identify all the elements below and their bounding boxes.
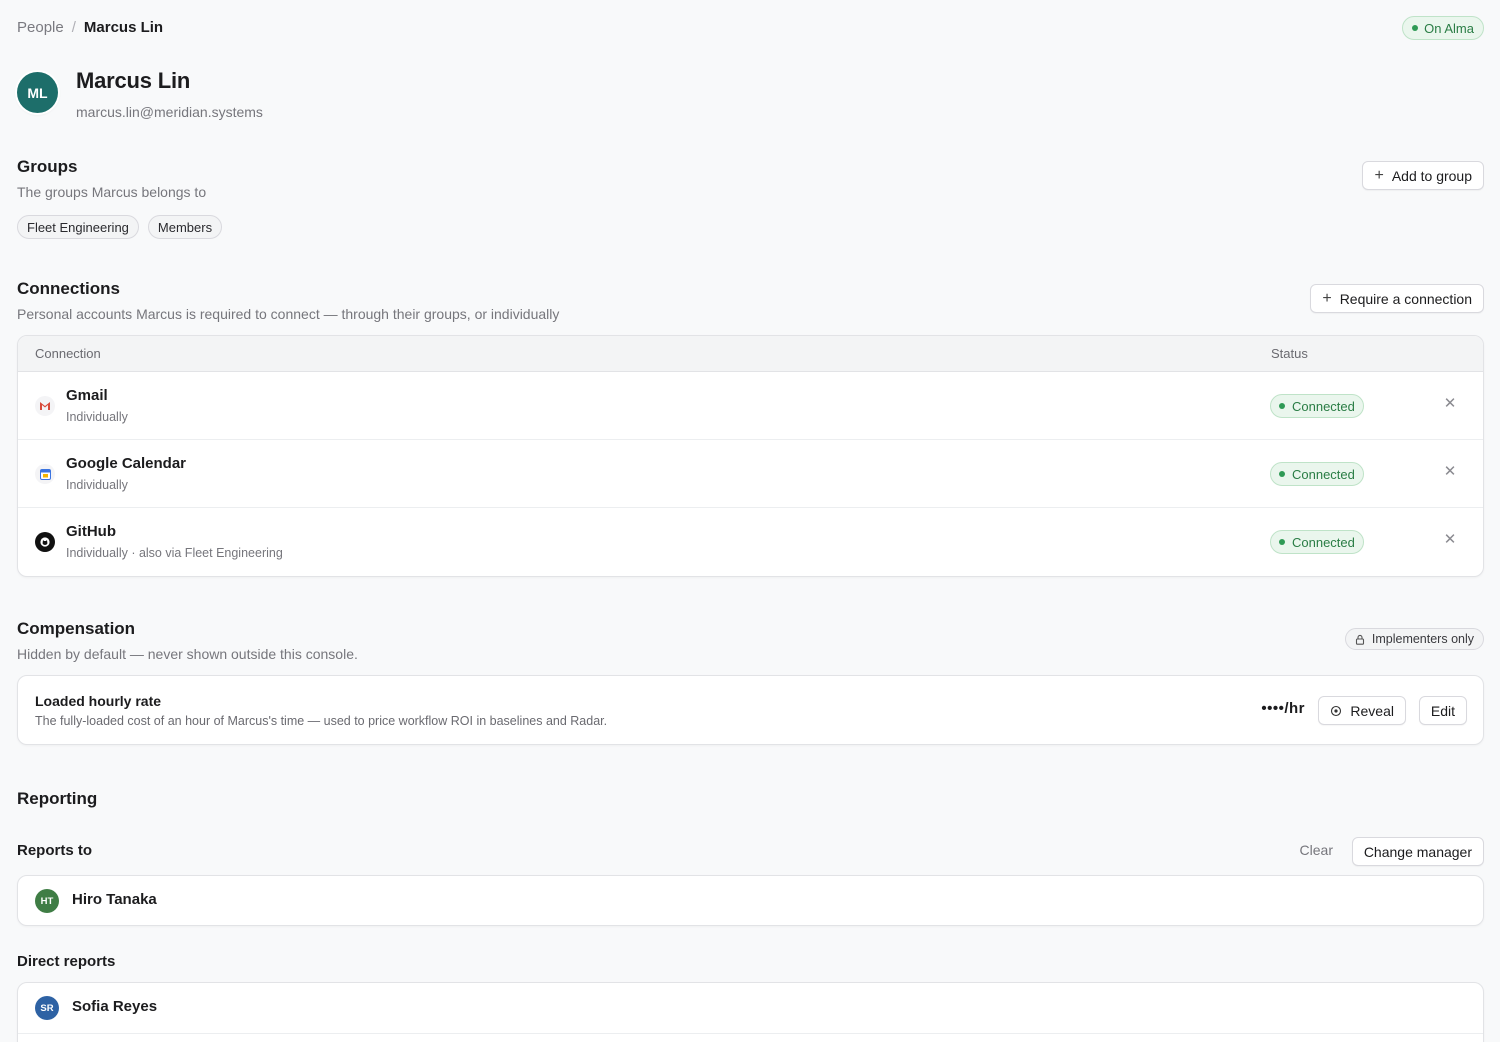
remove-connection-icon[interactable]: ✕ [1442,462,1458,482]
visibility-badge: Implementers only [1344,628,1484,650]
groups-section: Groups The groups Marcus belongs to + Ad… [17,157,1484,239]
manager-card[interactable]: HT Hiro Tanaka [17,875,1484,926]
manager-name: Hiro Tanaka [72,891,157,908]
table-header: Connection Status [18,336,1483,372]
connection-name: Google Calendar [66,455,187,472]
connections-section: Connections Personal accounts Marcus is … [17,279,1484,577]
status-badge: On Alma [1402,16,1484,40]
group-chip[interactable]: Fleet Engineering [17,215,139,239]
remove-connection-icon[interactable]: ✕ [1442,394,1458,414]
breadcrumb-current: Marcus Lin [83,19,164,36]
lock-icon [1355,634,1364,645]
reports-to-label: Reports to [17,842,92,859]
remove-connection-icon[interactable]: ✕ [1442,530,1458,550]
status-dot-icon [1279,471,1285,477]
group-chip[interactable]: Members [147,215,223,239]
reporting-title: Reporting [17,789,98,808]
breadcrumb-people-link[interactable]: People [17,19,64,36]
rate-title: Loaded hourly rate [35,693,162,709]
list-divider [18,1033,1483,1034]
avatar: HT [35,889,59,913]
table-row: Gmail Individually Connected ✕ [18,372,1483,440]
status-dot-icon [1412,25,1419,31]
direct-reports-label: Direct reports [17,953,116,970]
rate-value: ••••/hr [1261,700,1305,717]
connections-subtitle: Personal accounts Marcus is required to … [17,306,560,322]
reveal-button[interactable]: Reveal [1318,696,1406,725]
direct-reports-list: SR Sofia Reyes [17,982,1484,1042]
status-label: Connected [1292,398,1355,414]
reveal-label: Reveal [1350,702,1394,719]
profile-email: marcus.lin@meridian.systems [76,104,263,120]
compensation-subtitle: Hidden by default — never shown outside … [17,646,358,662]
breadcrumb-separator: / [71,19,76,36]
profile-header: ML Marcus Lin marcus.lin@meridian.system… [17,68,263,120]
connection-detail: Individually [66,478,128,492]
github-icon [35,532,55,552]
status-label: Connected [1292,466,1355,482]
table-row: GitHub Individually · also via Fleet Eng… [18,508,1483,576]
connections-table: Connection Status Gmail Individually Con… [17,335,1484,577]
direct-report-name[interactable]: Sofia Reyes [72,998,157,1015]
groups-title: Groups [17,157,78,176]
gmail-icon [35,396,55,416]
group-chips: Fleet Engineering Members [17,215,1484,239]
hourly-rate-card: Loaded hourly rate The fully-loaded cost… [17,675,1484,745]
status-badge: Connected [1270,462,1364,486]
eye-icon [1331,705,1342,716]
avatar: SR [35,996,59,1020]
connection-name: GitHub [66,523,116,540]
table-row: Google Calendar Individually Connected ✕ [18,440,1483,508]
compensation-section: Compensation Hidden by default — never s… [17,619,1484,745]
column-header-status: Status [1271,346,1308,361]
require-connection-button[interactable]: + Require a connection [1310,284,1484,313]
status-label: On Alma [1424,20,1474,36]
change-manager-button[interactable]: Change manager [1351,837,1484,866]
compensation-title: Compensation [17,619,136,638]
status-dot-icon [1279,539,1285,545]
plus-icon: + [1322,289,1332,307]
visibility-label: Implementers only [1371,632,1474,646]
page-title: Marcus Lin [76,68,191,93]
status-badge: Connected [1270,394,1364,418]
breadcrumb: People / Marcus Lin [17,19,163,36]
add-to-group-button[interactable]: + Add to group [1362,161,1484,190]
groups-subtitle: The groups Marcus belongs to [17,184,207,200]
add-to-group-label: Add to group [1391,167,1472,184]
connection-name: Gmail [66,387,108,404]
avatar: ML [17,72,58,113]
google-calendar-icon [35,464,55,484]
status-badge: Connected [1270,530,1364,554]
connections-title: Connections [17,279,120,298]
status-label: Connected [1292,534,1355,550]
clear-manager-button[interactable]: Clear [1300,842,1333,858]
require-connection-label: Require a connection [1339,290,1472,307]
plus-icon: + [1374,166,1384,184]
connection-detail: Individually [66,410,128,424]
rate-description: The fully-loaded cost of an hour of Marc… [35,714,608,728]
column-header-connection: Connection [35,346,101,361]
reporting-section: Reporting Reports to Clear Change manage… [17,789,1484,1042]
connection-detail: Individually · also via Fleet Engineerin… [66,546,283,560]
edit-rate-button[interactable]: Edit [1418,696,1467,725]
status-dot-icon [1279,403,1285,409]
